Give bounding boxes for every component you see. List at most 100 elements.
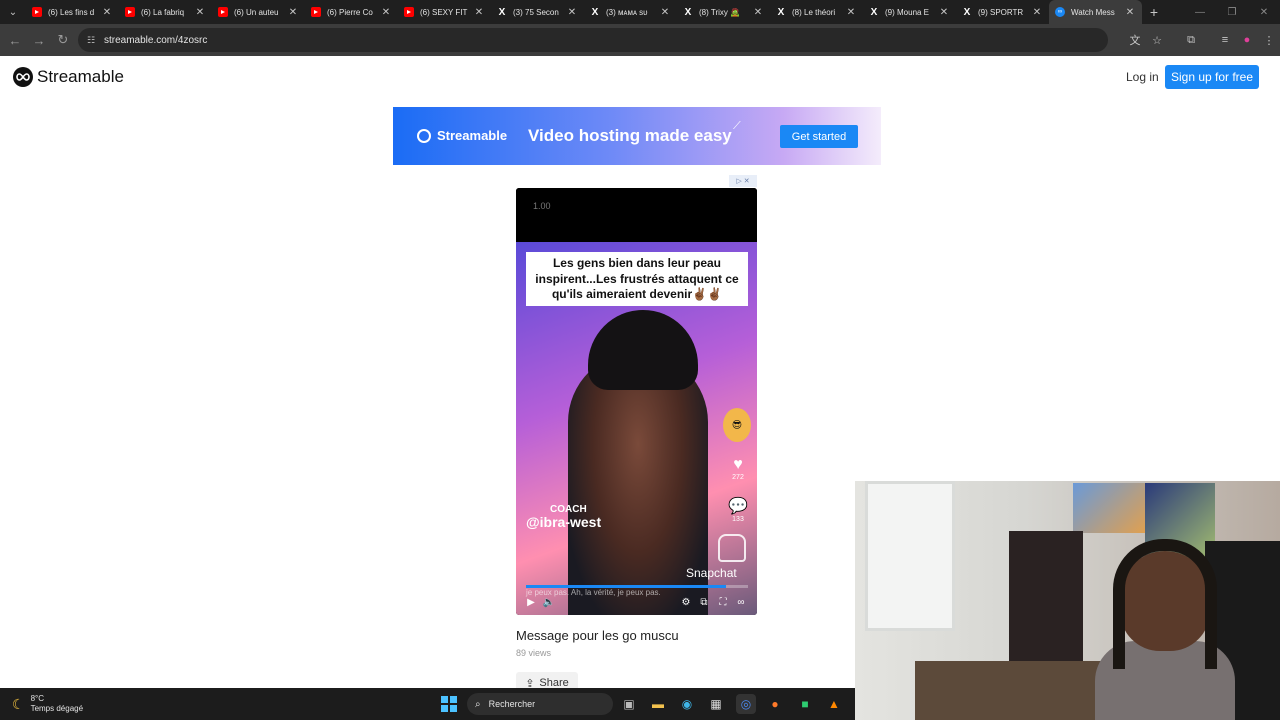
weather-text: 8°C Temps dégagé [31,694,83,714]
browser-tab[interactable]: (6) La fabriq ✕ [119,0,212,24]
store-icon[interactable]: ▦ [706,694,726,714]
weather-widget[interactable]: ☾ 8°C Temps dégagé [12,694,83,714]
close-icon[interactable]: ✕ [1029,7,1045,18]
view-count: 89 views [516,648,552,658]
browser-tab[interactable]: X (3) 75 Secon ✕ [491,0,584,24]
login-link[interactable]: Log in [1126,70,1159,84]
webcam-window [865,481,955,631]
close-icon[interactable]: ✕ [378,7,394,18]
close-icon[interactable]: ✕ [471,7,487,18]
snapchat-label: Snapchat [686,566,737,580]
close-icon[interactable]: ✕ [1122,7,1138,18]
browser-tab[interactable]: (6) Pierre Co ✕ [305,0,398,24]
share-icon: ⇪ [525,677,535,689]
tab-label: (3) 75 Secon [513,7,559,17]
webcam-poster [1073,483,1145,533]
close-window-icon[interactable]: ✕ [1248,0,1280,24]
picture-in-picture-icon[interactable]: ⧉ [697,596,711,610]
like-button: ♥ 272 [726,456,750,481]
browser-tab[interactable]: X (9) SPORTR ✕ [956,0,1049,24]
tab-label: (9) Mouna E [885,7,930,17]
signup-button[interactable]: Sign up for free [1165,65,1259,89]
edge-icon[interactable]: ◉ [677,694,697,714]
browser-tab[interactable]: (6) Un auteu ✕ [212,0,305,24]
close-icon[interactable]: ✕ [285,7,301,18]
video-caption: Les gens bien dans leur peau inspirent..… [526,252,748,306]
windows-taskbar: ☾ 8°C Temps dégagé ⌕ Rechercher ▣ ▬ ◉ ▦ … [0,688,855,720]
settings-gear-icon[interactable]: ⚙ [679,596,693,610]
ad-banner[interactable]: Streamable Video hosting made easy ⟋ Get… [393,107,881,165]
browser-tab[interactable]: X (8) Le théori ✕ [770,0,863,24]
creator-handle: @ibra-west [526,514,602,530]
close-icon[interactable]: ✕ [657,7,673,18]
streamable-watermark-icon[interactable]: ∞ [734,596,748,610]
like-count: 272 [732,474,744,481]
streamable-logo-icon [417,128,431,143]
url-text: streamable.com/4zosrc [104,34,208,46]
address-bar[interactable]: ☷ streamable.com/4zosrc [78,28,1108,52]
restore-icon[interactable]: ❐ [1216,0,1248,24]
close-icon[interactable]: ✕ [936,7,952,18]
youtube-icon [32,7,42,17]
file-explorer-icon[interactable]: ▬ [648,694,668,714]
search-label: Rechercher [488,699,536,709]
browser-tab[interactable]: (6) Les fins d ✕ [26,0,119,24]
progress-bar[interactable] [526,585,748,588]
profile-avatar-icon[interactable]: ● [1236,34,1258,46]
fullscreen-icon[interactable]: ⛶ [716,596,730,610]
video-player[interactable]: 1.00 Les gens bien dans leur peau inspir… [516,188,757,615]
player-time: 1.00 [533,201,551,211]
adchoices-icon[interactable]: ▷ ✕ [729,175,757,187]
tab-label: (6) Les fins d [48,7,95,17]
firefox-icon[interactable]: ● [765,694,785,714]
site-info-icon[interactable]: ☷ [87,35,97,45]
bookmark-star-icon[interactable]: ☆ [1146,34,1168,47]
back-icon[interactable]: ← [3,28,27,52]
ad-cta-button[interactable]: Get started [780,125,858,148]
search-icon: ⌕ [475,698,481,710]
close-icon[interactable]: ✕ [99,7,115,18]
minimize-icon[interactable]: — [1184,0,1216,24]
translate-icon[interactable]: 文 [1124,32,1146,48]
screen: ⌄ (6) Les fins d ✕ (6) La fabriq ✕ (6) Un … [0,0,1280,720]
moon-icon: ☾ [12,695,25,712]
browser-tab[interactable]: X (8) Trixy 🧟 ✕ [677,0,770,24]
task-view-icon[interactable]: ▣ [619,694,639,714]
browser-tab-active[interactable]: ∞ Watch Mess ✕ [1049,0,1142,24]
tab-label: (8) Le théori [792,7,836,17]
extensions-icon[interactable]: ⧉ [1180,34,1202,47]
browser-tab[interactable]: X (9) Mouna E ✕ [863,0,956,24]
comment-button: 💬 133 [726,496,750,523]
tab-search-chevron-icon[interactable]: ⌄ [0,0,26,24]
close-icon[interactable]: ✕ [564,7,580,18]
webcam-person-hair [1113,539,1217,669]
youtube-icon [404,7,414,17]
browser-tab[interactable]: (6) SEXY FIT ✕ [398,0,491,24]
more-menu-icon[interactable]: ⋮ [1258,34,1280,47]
share-button[interactable]: ⇪ Share [516,672,578,688]
close-icon[interactable]: ✕ [192,7,208,18]
streamable-logo[interactable]: Streamable [13,67,124,87]
media-controls-icon[interactable]: ≡ [1214,34,1236,46]
play-icon[interactable]: ▶ [524,596,538,610]
close-icon[interactable]: ✕ [750,7,766,18]
toolbar-icons: 文 ☆ ⧉ ≡ ● ⋮ [1124,24,1280,56]
tab-label: (6) La fabriq [141,7,185,17]
windows-start-icon[interactable] [441,696,457,712]
tab-label: (6) Un auteu [234,7,279,17]
volume-icon[interactable]: 🔈 [542,596,556,610]
taskbar-search[interactable]: ⌕ Rechercher [467,693,613,715]
chrome-icon[interactable]: ◎ [736,694,756,714]
comment-icon: 💬 [728,498,748,515]
browser-tab[interactable]: X (3) ᴍᴀᴍᴀ ѕυ ✕ [584,0,677,24]
app-icon[interactable]: ■ [795,694,815,714]
tab-label: (6) Pierre Co [327,7,373,17]
forward-icon[interactable]: → [27,28,51,52]
new-tab-icon[interactable]: + [1142,4,1166,20]
ad-logo-text: Streamable [437,128,508,143]
reload-icon[interactable]: ↻ [51,28,75,52]
vlc-icon[interactable]: ▲ [824,694,844,714]
comment-count: 133 [732,516,744,523]
video-title: Message pour les go muscu [516,628,679,643]
close-icon[interactable]: ✕ [843,7,859,18]
